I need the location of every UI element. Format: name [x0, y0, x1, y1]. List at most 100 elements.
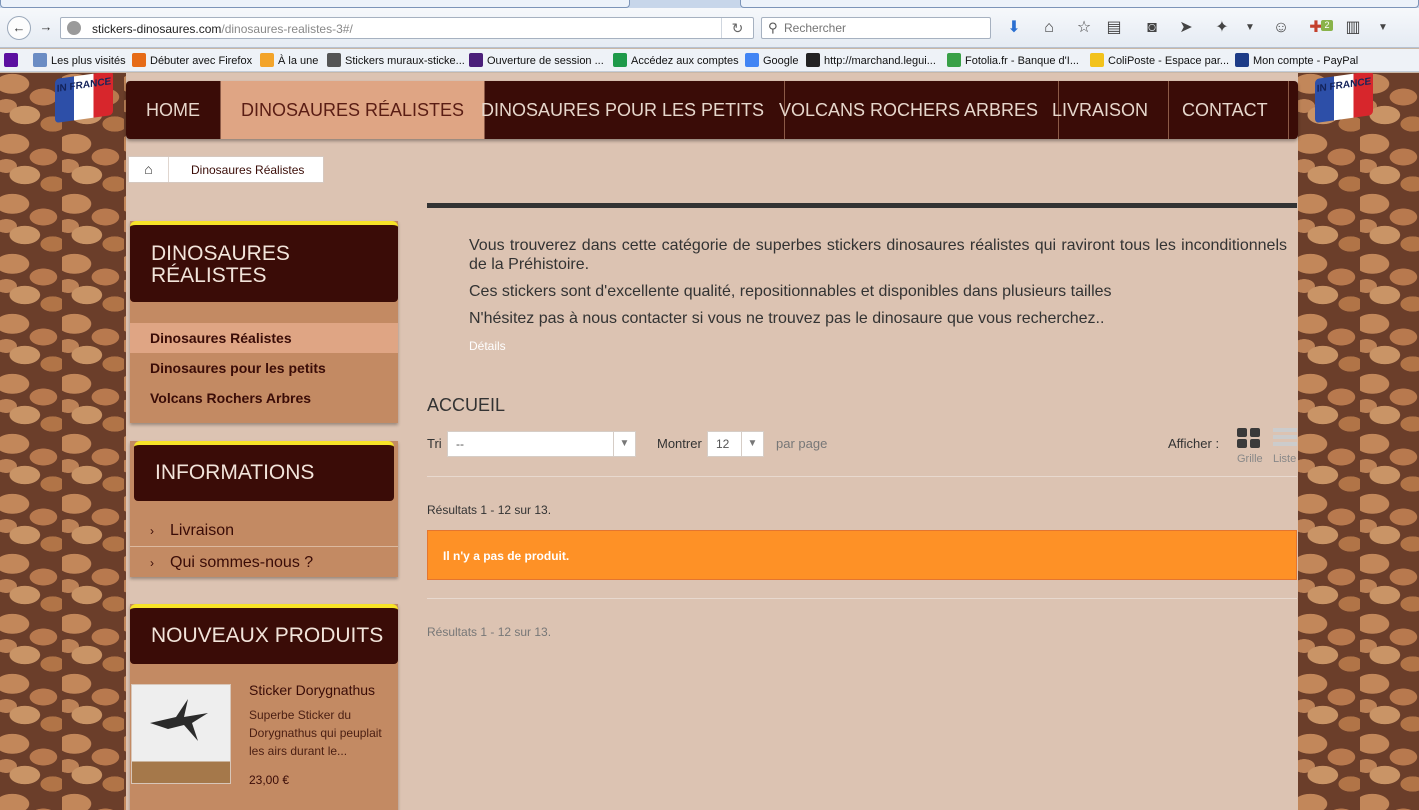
bookmark-yahoo[interactable] [4, 53, 22, 69]
info-link[interactable]: › Livraison [130, 515, 398, 546]
breadcrumb-current: Dinosaures Réalistes [191, 163, 305, 177]
top-rule [427, 203, 1297, 208]
chat-icon[interactable]: ☺ [1271, 18, 1291, 38]
google-icon [745, 53, 759, 67]
details-link[interactable]: Détails [469, 339, 506, 353]
category-item[interactable]: Dinosaures pour les petits [130, 353, 398, 383]
info-link-label: Livraison [170, 522, 235, 539]
intro-paragraph: Ces stickers sont d'excellente qualité, … [469, 283, 1112, 300]
bookmark-rss[interactable]: À la une [260, 53, 318, 69]
menu-item-4[interactable]: VOLCANS ROCHERS ARBRES [759, 81, 1060, 139]
download-icon[interactable]: ⬇ [1004, 18, 1024, 38]
grid-label[interactable]: Grille [1237, 453, 1263, 465]
background-tab[interactable] [740, 0, 1419, 8]
send-icon[interactable]: ➤ [1176, 18, 1196, 38]
new-products-title: NOUVEAUX PRODUITS [151, 624, 384, 647]
menu-item-3[interactable]: DINOSAURES POUR LES PETITS [461, 81, 786, 139]
bookmark-label: À la une [278, 55, 319, 67]
paypal-icon [1235, 53, 1249, 67]
display-label: Afficher : [1168, 436, 1220, 451]
results-count: Résultats 1 - 12 sur 13. [427, 503, 552, 517]
bookmark-marchand[interactable]: http://marchand.legui... [806, 53, 936, 69]
product-item[interactable]: Sticker Dorygnathus Superbe Sticker du D… [130, 664, 398, 810]
page-content: HOME DINOSAURES RÉALISTES DINOSAURES POUR … [126, 73, 1298, 810]
search-icon: ⚲ [768, 20, 778, 35]
browser-toolbar: ← → stickers-dinosaures.com/dinosaures-r… [0, 8, 1419, 48]
bookmark-comptes[interactable]: Accédez aux comptes [613, 53, 739, 69]
bookmark-google[interactable]: Google [745, 53, 798, 69]
info-block-header: INFORMATIONS [134, 441, 394, 501]
url-bar[interactable]: stickers-dinosaures.com/dinosaures-reali… [60, 17, 754, 39]
pterosaur-silhouette-icon [150, 699, 208, 741]
search-bar[interactable]: ⚲ [761, 17, 991, 39]
active-tab[interactable] [0, 0, 630, 8]
breadcrumb: ⌂ Dinosaures Réalistes [128, 156, 324, 183]
new-products-block: NOUVEAUX PRODUITS Sticker Dorygnathus Su… [130, 604, 398, 810]
home-icon[interactable]: ⌂ [1039, 18, 1059, 38]
yahoo-icon [4, 53, 18, 67]
intro-paragraph: Vous trouverez dans cette catégorie de s… [469, 237, 1287, 273]
pocket-icon[interactable]: ◙ [1142, 18, 1162, 38]
category-title: DINOSAURES RÉALISTES [151, 242, 290, 287]
forward-arrow-icon[interactable]: → [34, 16, 58, 40]
rss-icon [260, 53, 274, 67]
category-item[interactable]: Volcans Rochers Arbres [130, 383, 398, 413]
product-name[interactable]: Sticker Dorygnathus [249, 682, 375, 698]
dropdown-arrow-icon[interactable]: ▼ [1240, 18, 1260, 38]
info-list: › Livraison › Qui sommes-nous ? [130, 515, 398, 577]
menu-item-6[interactable]: CONTACT [1162, 81, 1289, 139]
divider [427, 598, 1297, 599]
category-item[interactable]: Dinosaures Réalistes [130, 323, 398, 353]
bookmark-label: Mon compte - PayPal [1253, 55, 1359, 67]
made-in-france-flag: IN FRANCE [55, 73, 113, 124]
menu-item-1[interactable]: HOME [126, 81, 221, 139]
sort-select[interactable]: -- ▼ [447, 431, 636, 457]
menu-item-2[interactable]: DINOSAURES RÉALISTES [221, 81, 486, 139]
colipost-icon [1090, 53, 1104, 67]
info-link-label: Qui sommes-nous ? [170, 554, 314, 571]
menu-item-5[interactable]: LIVRAISON [1032, 81, 1170, 139]
bookmark-label: http://marchand.legui... [824, 55, 936, 67]
addon-icon[interactable]: ✦ [1212, 18, 1232, 38]
stickers-muraux-icon [327, 53, 341, 67]
no-product-alert: Il n'y a pas de produit. [427, 530, 1297, 580]
bookmark-label: Ouverture de session ... [487, 55, 604, 67]
bookmark-paypal[interactable]: Mon compte - PayPal [1235, 53, 1358, 69]
list-label[interactable]: Liste [1273, 453, 1296, 465]
bookmark-label: Google [763, 55, 799, 67]
product-thumbnail[interactable] [131, 684, 231, 784]
show-label: Montrer [657, 436, 702, 451]
chevron-right-icon: › [150, 524, 154, 538]
bookmark-fotolia[interactable]: Fotolia.fr - Banque d'I... [947, 53, 1079, 69]
reload-icon[interactable]: ↻ [721, 18, 753, 38]
clipboard-icon[interactable]: ▥ [1343, 18, 1363, 38]
info-title: INFORMATIONS [155, 461, 315, 484]
bookmark-colipost[interactable]: ColiPoste - Espace par... [1090, 53, 1229, 69]
bookmark-stickers-muraux[interactable]: Stickers muraux-sticke... [327, 53, 465, 69]
bookmark-getting-started[interactable]: Débuter avec Firefox [132, 53, 252, 69]
chevron-down-icon: ▼ [613, 432, 635, 456]
info-link[interactable]: › Qui sommes-nous ? [130, 546, 398, 577]
back-arrow-icon[interactable]: ← [7, 16, 31, 40]
main-menu: HOME DINOSAURES RÉALISTES DINOSAURES POUR … [126, 81, 1298, 139]
web-page: IN FRANCE IN FRANCE HOME DINOSAURES RÉALI… [0, 73, 1419, 810]
section-heading: ACCUEIL [427, 395, 506, 415]
chevron-right-icon: › [150, 556, 154, 570]
bookmarks-list-icon[interactable]: ▤ [1104, 18, 1124, 38]
bookmark-session[interactable]: Ouverture de session ... [469, 53, 604, 69]
bookmark-label: Accédez aux comptes [631, 55, 739, 67]
bookmark-star-icon[interactable]: ☆ [1074, 18, 1094, 38]
session-icon [469, 53, 483, 67]
rock-background-left: IN FRANCE [0, 73, 126, 810]
bookmark-most-visited[interactable]: Les plus visités [33, 53, 126, 69]
show-select[interactable]: 12 ▼ [707, 431, 764, 457]
search-input[interactable] [784, 20, 984, 36]
tab-strip [0, 0, 1419, 8]
getting-started-icon [132, 53, 146, 67]
home-icon[interactable]: ⌂ [129, 157, 169, 182]
fotolia-icon [947, 53, 961, 67]
globe-icon [67, 21, 81, 35]
menu-arrow-icon[interactable]: ▼ [1373, 18, 1393, 38]
sort-value: -- [456, 437, 464, 451]
